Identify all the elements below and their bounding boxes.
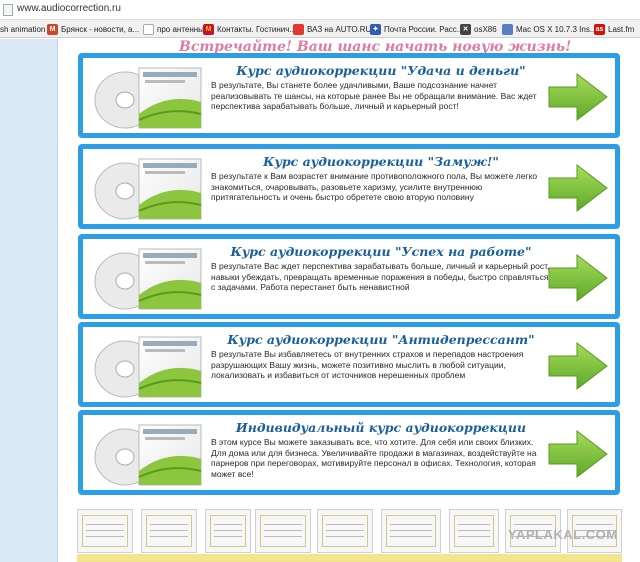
left-panel: [0, 39, 58, 562]
page-content: Встречайте! Ваш шанс начать новую жизнь!…: [59, 39, 640, 562]
bookmark-mac-os-x[interactable]: Mac OS X 10.7.3 Ins...: [502, 22, 596, 36]
certificate-line: [214, 530, 242, 531]
certificate-line: [326, 524, 364, 525]
certificate-thumbnail[interactable]: [449, 509, 499, 553]
certificate-line: [576, 524, 613, 525]
course-cover-image[interactable]: [87, 62, 207, 130]
bookmark-sh-animation[interactable]: sh animation: [0, 22, 45, 36]
certificate-line: [390, 530, 432, 531]
mcdonalds-icon: M: [203, 23, 214, 35]
certificate-line: [86, 530, 124, 531]
certificate-line: [264, 524, 302, 525]
watermark: YAPLAKAL.COM: [508, 527, 618, 542]
bookmark-label: osX86: [474, 24, 497, 34]
certificate-frame: [210, 515, 246, 547]
course-description: В результате, Вы станете более удачливым…: [211, 80, 537, 111]
bookmarks-bar: sh animation M Брянск - новости, а... пр…: [0, 20, 640, 38]
osx-icon: ✕: [460, 23, 471, 35]
bookmark-contacts[interactable]: M Контакты. Гостинич...: [203, 22, 296, 36]
course-card-luck-and-money[interactable]: Курс аудиокоррекции "Удача и деньги" В р…: [78, 53, 620, 138]
certificate-thumbnail[interactable]: [381, 509, 441, 553]
arrow-right-icon[interactable]: [547, 253, 609, 303]
certificate-frame: [322, 515, 368, 547]
url-text[interactable]: www.audiocorrection.ru: [17, 3, 121, 14]
footer-strip: [77, 554, 622, 562]
bookmark-antennas[interactable]: про антенны: [143, 22, 204, 36]
course-cover-image[interactable]: [87, 153, 207, 221]
bookmark-label: Контакты. Гостинич...: [217, 24, 297, 34]
arrow-right-icon[interactable]: [547, 163, 609, 213]
course-title[interactable]: Индивидуальный курс аудиокоррекции: [211, 420, 551, 435]
bookmark-vaz-auto[interactable]: ВАЗ на AUTO.RU: [293, 22, 371, 36]
certificate-line: [458, 524, 490, 525]
certificate-frame: [260, 515, 306, 547]
certificate-line: [264, 530, 302, 531]
course-title[interactable]: Курс аудиокоррекции "Замуж!": [211, 154, 551, 169]
certificate-thumbnail[interactable]: [141, 509, 197, 553]
course-title[interactable]: Курс аудиокоррекции "Антидепрессант": [211, 332, 551, 347]
auto-icon: [293, 23, 304, 35]
course-card-work-success[interactable]: Курс аудиокоррекции "Успех на работе" В …: [78, 234, 620, 319]
certificates-strip: YAPLAKAL.COM: [77, 509, 622, 562]
address-bar[interactable]: www.audiocorrection.ru: [0, 0, 640, 20]
certificate-line: [86, 524, 124, 525]
certificate-line: [150, 524, 188, 525]
certificate-line: [214, 524, 242, 525]
course-cover-image[interactable]: [87, 419, 207, 487]
certificate-line: [458, 536, 490, 537]
lastfm-icon: as: [594, 23, 605, 35]
bookmark-label: про антенны: [157, 24, 204, 34]
course-title[interactable]: Курс аудиокоррекции "Успех на работе": [211, 244, 551, 259]
certificate-line: [390, 524, 432, 525]
certificate-line: [326, 536, 364, 537]
certificate-line: [264, 536, 302, 537]
bookmark-label: Last.fm: [608, 24, 635, 34]
course-card-individual[interactable]: Индивидуальный курс аудиокоррекции В это…: [78, 410, 620, 495]
bookmark-label: sh animation: [0, 24, 46, 34]
certificate-line: [214, 536, 242, 537]
bookmark-label: ВАЗ на AUTO.RU: [307, 24, 372, 34]
certificate-line: [150, 536, 188, 537]
certificate-thumbnail[interactable]: [255, 509, 311, 553]
bookmark-label: Почта России. Расс...: [384, 24, 464, 34]
arrow-right-icon[interactable]: [547, 429, 609, 479]
arrow-right-icon[interactable]: [547, 341, 609, 391]
bookmark-russian-post[interactable]: ✦ Почта России. Расс...: [370, 22, 463, 36]
certificate-thumbnail[interactable]: [77, 509, 133, 553]
bookmark-label: Брянск - новости, а...: [61, 24, 140, 34]
certificate-line: [390, 536, 432, 537]
course-title[interactable]: Курс аудиокоррекции "Удача и деньги": [211, 63, 551, 78]
certificate-line: [86, 536, 124, 537]
certificate-line: [458, 530, 490, 531]
course-cover-image[interactable]: [87, 243, 207, 311]
news-icon: M: [47, 23, 58, 35]
bookmark-lastfm[interactable]: as Last.fm: [594, 22, 634, 36]
certificate-frame: [146, 515, 192, 547]
course-description: В результате Вас ждет перспектива зараба…: [211, 261, 550, 292]
post-icon: ✦: [370, 23, 381, 35]
certificate-frame: [454, 515, 494, 547]
certificate-line: [150, 530, 188, 531]
bookmark-osx86[interactable]: ✕ osX86: [460, 22, 497, 36]
course-description: В результате Вы избавляетесь от внутренн…: [211, 349, 524, 380]
certificate-line: [514, 524, 552, 525]
bookmark-bryansk-news[interactable]: M Брянск - новости, а...: [47, 22, 139, 36]
course-cover-image[interactable]: [87, 331, 207, 399]
course-description: В результате к Вам возрастет внимание пр…: [211, 171, 538, 202]
arrow-right-icon[interactable]: [547, 72, 609, 122]
page-icon: [3, 4, 13, 16]
course-card-get-married[interactable]: Курс аудиокоррекции "Замуж!" В результат…: [78, 144, 620, 229]
certificate-frame: [386, 515, 436, 547]
certificate-frame: [82, 515, 128, 547]
course-card-antidepressant[interactable]: Курс аудиокоррекции "Антидепрессант" В р…: [78, 322, 620, 407]
bookmark-label: Mac OS X 10.7.3 Ins...: [516, 24, 597, 34]
certificate-line: [326, 530, 364, 531]
course-description: В этом курсе Вы можете заказывать все, ч…: [211, 437, 537, 479]
certificate-thumbnail[interactable]: [317, 509, 373, 553]
certificate-thumbnail[interactable]: [205, 509, 251, 553]
mac-icon: [502, 23, 513, 35]
page-icon: [143, 23, 154, 35]
